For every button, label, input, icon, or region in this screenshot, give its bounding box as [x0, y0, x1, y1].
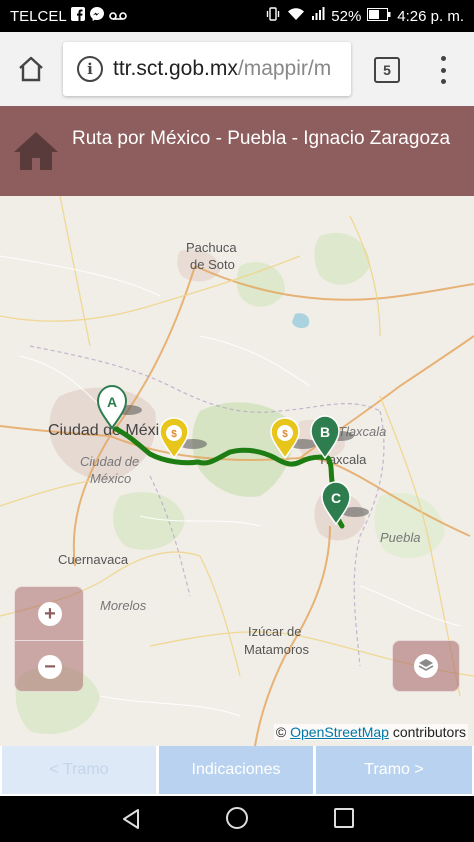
attribution-suffix: contributors [392, 724, 466, 740]
info-icon[interactable]: i [77, 56, 103, 82]
browser-menu-button[interactable] [436, 56, 450, 84]
menu-dot-icon [440, 79, 446, 84]
minus-icon: − [38, 654, 62, 679]
plus-icon: + [38, 601, 62, 626]
house-icon [14, 132, 58, 170]
route-header: Ruta por México - Puebla - Ignacio Zarag… [0, 106, 474, 196]
site-home-button[interactable] [12, 130, 60, 177]
carrier-label: TELCEL [10, 7, 67, 25]
toll-marker-2[interactable]: $ [270, 417, 300, 460]
clock: 4:26 p. m. [397, 7, 464, 25]
attribution-copyright: © [275, 724, 287, 740]
battery-percent: 52% [331, 7, 362, 25]
status-bar: TELCEL 52% 4:26 p. m. [0, 0, 474, 32]
route-navigation: < Tramo Indicaciones Tramo > [0, 746, 474, 796]
marker-b[interactable]: B [310, 415, 340, 460]
directions-tab[interactable]: Indicaciones [159, 746, 313, 794]
openstreetmap-link[interactable]: OpenStreetMap [290, 724, 389, 740]
marker-c-label: C [331, 490, 341, 506]
browser-home-button[interactable] [0, 32, 62, 106]
android-nav-bar [0, 796, 474, 842]
layers-icon [414, 654, 438, 678]
signal-icon [311, 7, 325, 25]
route-map[interactable]: Pachuca de Soto Ciudad de México Ciudad … [0, 196, 474, 746]
map-attribution: © OpenStreetMap contributors [273, 724, 468, 740]
home-nav-button[interactable] [226, 807, 248, 829]
zoom-control: + − [14, 586, 85, 693]
zoom-out-button[interactable]: − [15, 640, 85, 693]
marker-a[interactable]: A [96, 384, 128, 430]
recents-button[interactable] [334, 808, 354, 828]
vibrate-icon [265, 7, 281, 25]
page-title: Ruta por México - Puebla - Ignacio Zarag… [72, 128, 451, 149]
marker-b-label: B [320, 424, 330, 440]
svg-text:$: $ [171, 429, 177, 440]
back-button[interactable] [120, 808, 142, 835]
prev-segment-tab[interactable]: < Tramo [2, 746, 156, 794]
voicemail-icon [108, 8, 127, 25]
battery-icon [367, 7, 391, 25]
facebook-icon [70, 7, 85, 25]
next-segment-tab[interactable]: Tramo > [316, 746, 472, 794]
marker-c[interactable]: C [321, 481, 351, 526]
svg-text:$: $ [282, 429, 288, 440]
url-path: /mappir/m [237, 57, 332, 80]
wifi-icon [287, 7, 305, 25]
url-domain: ttr.sct.gob.mx [113, 57, 238, 80]
browser-toolbar: i ttr.sct.gob.mx/mappir/m 5 [0, 32, 474, 106]
layers-button[interactable] [392, 640, 460, 692]
toll-marker-1[interactable]: $ [159, 417, 189, 460]
messenger-icon [89, 6, 105, 26]
home-icon [19, 56, 43, 82]
zoom-in-button[interactable]: + [15, 587, 85, 640]
tab-switcher-button[interactable]: 5 [374, 57, 400, 83]
menu-dot-icon [440, 67, 446, 73]
back-icon [123, 809, 139, 829]
marker-a-label: A [107, 394, 117, 410]
url-bar[interactable]: i ttr.sct.gob.mx/mappir/m [63, 42, 351, 96]
menu-dot-icon [440, 56, 446, 61]
